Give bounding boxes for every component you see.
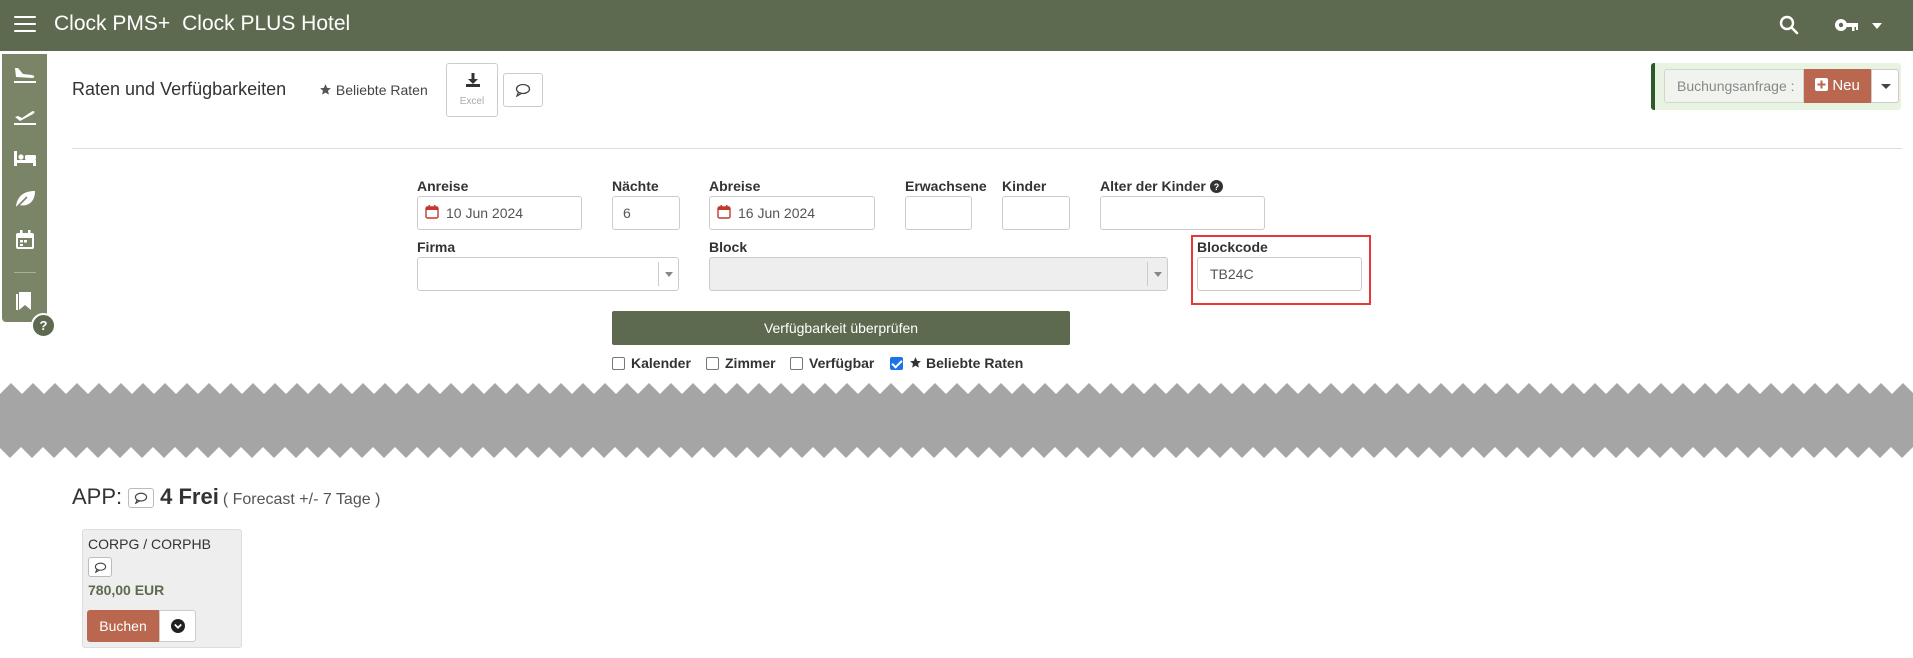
favorite-rates-checkbox[interactable] (890, 357, 903, 370)
download-icon (466, 73, 480, 87)
hotel-name: Clock PLUS Hotel (182, 12, 351, 35)
header-divider (72, 148, 1902, 149)
plus-square-icon (1815, 78, 1829, 91)
check-availability-button[interactable]: Verfügbarkeit überprüfen (612, 311, 1070, 345)
svg-text:?: ? (1213, 182, 1219, 192)
key-icon[interactable] (1834, 16, 1860, 34)
rate-comment-button[interactable] (88, 557, 112, 577)
blockcode-input[interactable]: TB24C (1197, 257, 1362, 291)
option-favorite-rates-label: Beliebte Raten (926, 355, 1024, 371)
children-age-label: Alter der Kinder ? (1100, 178, 1223, 194)
room-type-label: APP: (72, 484, 123, 509)
bookmark-icon[interactable] (12, 290, 38, 312)
rate-price: 780,00 EUR (88, 582, 165, 598)
company-label: Firma (417, 239, 456, 255)
nights-label: Nächte (612, 178, 659, 194)
calendar-checkbox[interactable] (612, 357, 625, 370)
favorite-rates-label: Beliebte Raten (335, 82, 428, 98)
adults-input[interactable] (905, 196, 972, 230)
search-icon[interactable] (1779, 15, 1799, 35)
star-icon (910, 357, 921, 368)
new-booking-button[interactable]: Neu (1804, 69, 1871, 103)
booking-request-panel: Buchungsanfrage : Neu (1651, 63, 1901, 110)
room-type-heading: APP: 4 Frei( Forecast +/- 7 Tage ) (72, 484, 380, 510)
arrival-date-input[interactable]: 10 Jun 2024 (417, 196, 582, 230)
block-select (709, 257, 1168, 291)
star-icon (320, 84, 331, 95)
top-navbar: Clock PMS+ Clock PLUS Hotel (0, 0, 1913, 51)
chevron-circle-down-icon (171, 619, 185, 633)
comment-button[interactable] (128, 488, 155, 509)
rate-card: CORPG / CORPHB 780,00 EUR Buchen (82, 529, 242, 648)
chevron-down-icon (1147, 262, 1167, 286)
nights-input[interactable]: 6 (612, 196, 680, 230)
available-checkbox[interactable] (790, 357, 803, 370)
arrival-label: Anreise (417, 178, 469, 194)
forecast-note: ( Forecast +/- 7 Tage ) (222, 491, 381, 508)
option-available[interactable]: Verfügbar (790, 355, 874, 371)
calendar-icon[interactable] (12, 229, 38, 251)
comment-icon (94, 562, 107, 573)
book-button[interactable]: Buchen (87, 610, 159, 642)
children-input[interactable] (1002, 196, 1070, 230)
comment-button[interactable] (503, 73, 543, 107)
departure-label: Abreise (709, 178, 761, 194)
departure-date-input[interactable]: 16 Jun 2024 (709, 196, 875, 230)
page-title: Raten und Verfügbarkeiten (72, 79, 287, 99)
option-rooms[interactable]: Zimmer (706, 355, 776, 371)
torn-edge-divider (0, 383, 1913, 458)
leaf-icon[interactable] (12, 188, 38, 210)
menu-icon[interactable] (14, 16, 36, 34)
option-available-label: Verfügbar (809, 355, 875, 371)
sidebar (2, 54, 47, 322)
new-booking-dropdown[interactable] (1871, 69, 1899, 103)
favorite-rates-link[interactable]: Beliebte Raten (319, 82, 428, 98)
comment-icon (134, 492, 148, 505)
app-name: Clock PMS+ (54, 12, 171, 35)
option-calendar[interactable]: Kalender (612, 355, 691, 371)
adults-label: Erwachsene (905, 178, 987, 194)
children-label: Kinder (1002, 178, 1047, 194)
children-age-input[interactable] (1100, 196, 1265, 230)
free-count: 4 Frei (160, 484, 219, 509)
question-circle-icon[interactable]: ? (1209, 180, 1223, 193)
plane-arrival-icon[interactable] (12, 64, 38, 86)
calendar-icon (425, 205, 439, 219)
option-favorite-rates[interactable]: Beliebte Raten (890, 355, 1023, 371)
booking-request-label: Buchungsanfrage : (1664, 69, 1804, 103)
departure-date-value: 16 Jun 2024 (738, 205, 816, 221)
option-rooms-label: Zimmer (725, 355, 776, 371)
brand[interactable]: Clock PMS+ Clock PLUS Hotel (54, 12, 350, 36)
block-label: Block (709, 239, 748, 255)
children-age-label-text: Alter der Kinder (1100, 178, 1206, 194)
rate-name: CORPG / CORPHB (88, 536, 211, 552)
bed-icon[interactable] (12, 147, 38, 169)
plane-departure-icon[interactable] (12, 105, 38, 127)
book-dropdown-button[interactable] (159, 610, 196, 642)
comment-icon (515, 83, 531, 97)
sidebar-divider (14, 272, 36, 273)
caret-down-icon[interactable] (1872, 23, 1882, 29)
calendar-icon (717, 205, 731, 219)
help-icon[interactable]: ? (31, 313, 56, 338)
excel-export-button[interactable]: Excel (446, 63, 498, 117)
rooms-checkbox[interactable] (706, 357, 719, 370)
blockcode-label: Blockcode (1197, 239, 1268, 255)
excel-label: Excel (459, 96, 485, 107)
new-booking-label: Neu (1832, 77, 1860, 94)
arrival-date-value: 10 Jun 2024 (446, 205, 524, 221)
chevron-down-icon (658, 262, 678, 286)
option-calendar-label: Kalender (631, 355, 691, 371)
company-select[interactable] (417, 257, 679, 291)
